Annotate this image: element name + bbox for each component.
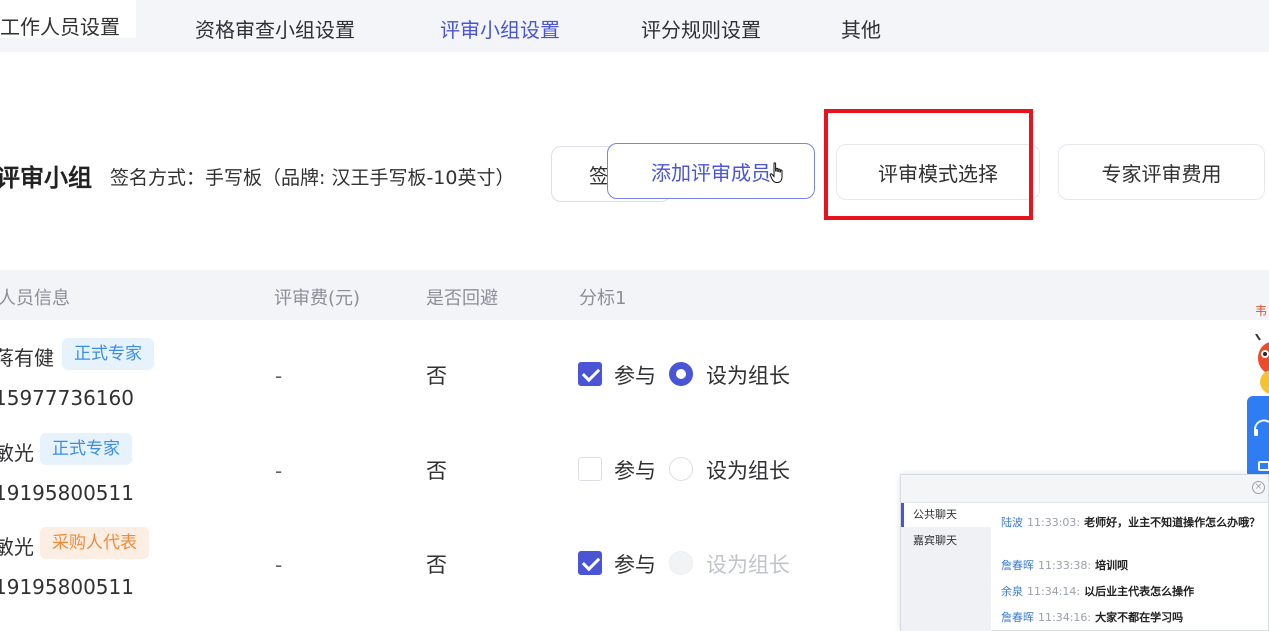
sign-button-label: 签 (589, 163, 609, 188)
join-label[interactable]: 参与 (614, 360, 656, 390)
avoid-value: 否 (426, 553, 447, 577)
chat-text: 老师好，业主不知道操作怎么办哦？ (1084, 516, 1261, 529)
chat-tab-guest[interactable]: 嘉宾聊天 (901, 529, 991, 553)
review-fee-value: - (275, 459, 283, 483)
member-name: 蒋有健 (0, 346, 54, 370)
tab-bar: 工作人员设置 资格审查小组设置 评审小组设置 评分规则设置 其他 (0, 0, 1269, 52)
chat-text: 大家不都在学习吗 (1095, 611, 1184, 624)
chat-tab-public[interactable]: 公共聊天 (901, 503, 991, 527)
chat-user: 詹春晖 (1001, 611, 1034, 624)
tab-review-group[interactable]: 评审小组设置 (440, 14, 560, 43)
chat-user: 詹春晖 (1001, 559, 1034, 572)
section-title: 评审小组 (0, 164, 92, 192)
chat-time: 11:34:16: (1038, 611, 1092, 624)
review-mode-button[interactable]: 评审模式选择 (836, 144, 1040, 200)
hand-cursor-icon (769, 162, 783, 183)
member-name: 敏光 (0, 535, 34, 559)
set-leader-radio[interactable] (669, 457, 693, 481)
chat-time: 11:33:38: (1038, 559, 1092, 572)
member-name: 敏光 (0, 441, 34, 465)
chat-user: 陆波 (1001, 516, 1023, 529)
table-row: 敏光 采购人代表 19195800511 - 否 参与 设为组长 (0, 527, 900, 625)
avoid-value: 否 (426, 459, 447, 483)
side-service-widget[interactable] (1247, 396, 1269, 478)
join-label[interactable]: 参与 (614, 549, 656, 579)
table-header: 人员信息 评审费(元) 是否回避 分标1 (0, 270, 1269, 320)
tab-other[interactable]: 其他 (841, 14, 881, 43)
chat-text: 培训呗 (1095, 559, 1129, 572)
set-leader-radio (669, 551, 693, 575)
chat-titlebar: × (901, 475, 1268, 503)
join-checkbox[interactable] (578, 457, 602, 481)
header-lot-1: 分标1 (579, 288, 627, 309)
chat-message: 陆波 11:33:03: 老师好，业主不知道操作怎么办哦？ (1001, 513, 1261, 533)
review-fee-value: - (275, 364, 283, 388)
sign-method-text: 签名方式：手写板（品牌: 汉王手写板-10英寸） (110, 167, 515, 189)
tab-scoring-rules[interactable]: 评分规则设置 (641, 14, 761, 43)
mascot-label-fragment: 韦 (1255, 304, 1268, 318)
tab-staff-settings[interactable]: 工作人员设置 (0, 0, 136, 39)
mascot-icon[interactable] (1250, 334, 1269, 400)
member-phone: 19195800511 (0, 575, 134, 599)
close-icon[interactable]: × (1252, 481, 1265, 494)
chat-message: 詹春晖 11:34:16: 大家不都在学习吗 (1001, 608, 1261, 628)
table-row: 蒋有健 正式专家 15977736160 - 否 参与 设为组长 (0, 338, 900, 436)
avoid-value: 否 (426, 364, 447, 388)
chat-panel: × 公共聊天 嘉宾聊天 陆波 11:33:03: 老师好，业主不知道操作怎么办哦？ … (900, 474, 1269, 631)
tab-qualification-group[interactable]: 资格审查小组设置 (195, 14, 355, 43)
join-checkbox[interactable] (578, 551, 602, 575)
chat-message: 詹春晖 11:33:38: 培训呗 (1001, 556, 1261, 576)
role-tag: 正式专家 (62, 338, 154, 370)
set-leader-label: 设为组长 (706, 553, 790, 577)
chat-time: 11:33:03: (1027, 516, 1081, 529)
header-review-fee: 评审费(元) (274, 288, 361, 309)
chat-time: 11:34:14: (1027, 585, 1081, 598)
member-phone: 19195800511 (0, 481, 134, 505)
join-checkbox[interactable] (578, 362, 602, 386)
table-row: 敏光 正式专家 19195800511 - 否 参与 设为组长 (0, 433, 900, 531)
review-fee-value: - (275, 553, 283, 577)
headset-icon (1254, 419, 1269, 471)
set-leader-label[interactable]: 设为组长 (706, 360, 790, 390)
set-leader-radio[interactable] (669, 362, 693, 386)
expert-fee-button[interactable]: 专家评审费用 (1058, 144, 1265, 200)
set-leader-label[interactable]: 设为组长 (706, 455, 790, 485)
chat-text: 以后业主代表怎么操作 (1084, 585, 1195, 598)
chat-message: 余泉 11:34:14: 以后业主代表怎么操作 (1001, 582, 1261, 602)
member-phone: 15977736160 (0, 386, 134, 410)
header-avoid: 是否回避 (426, 288, 498, 309)
join-label[interactable]: 参与 (614, 455, 656, 485)
chat-sidebar: 公共聊天 嘉宾聊天 (901, 503, 991, 631)
role-tag: 采购人代表 (40, 527, 149, 559)
role-tag: 正式专家 (40, 433, 132, 465)
header-person-info: 人员信息 (0, 288, 70, 309)
chat-user: 余泉 (1001, 585, 1023, 598)
